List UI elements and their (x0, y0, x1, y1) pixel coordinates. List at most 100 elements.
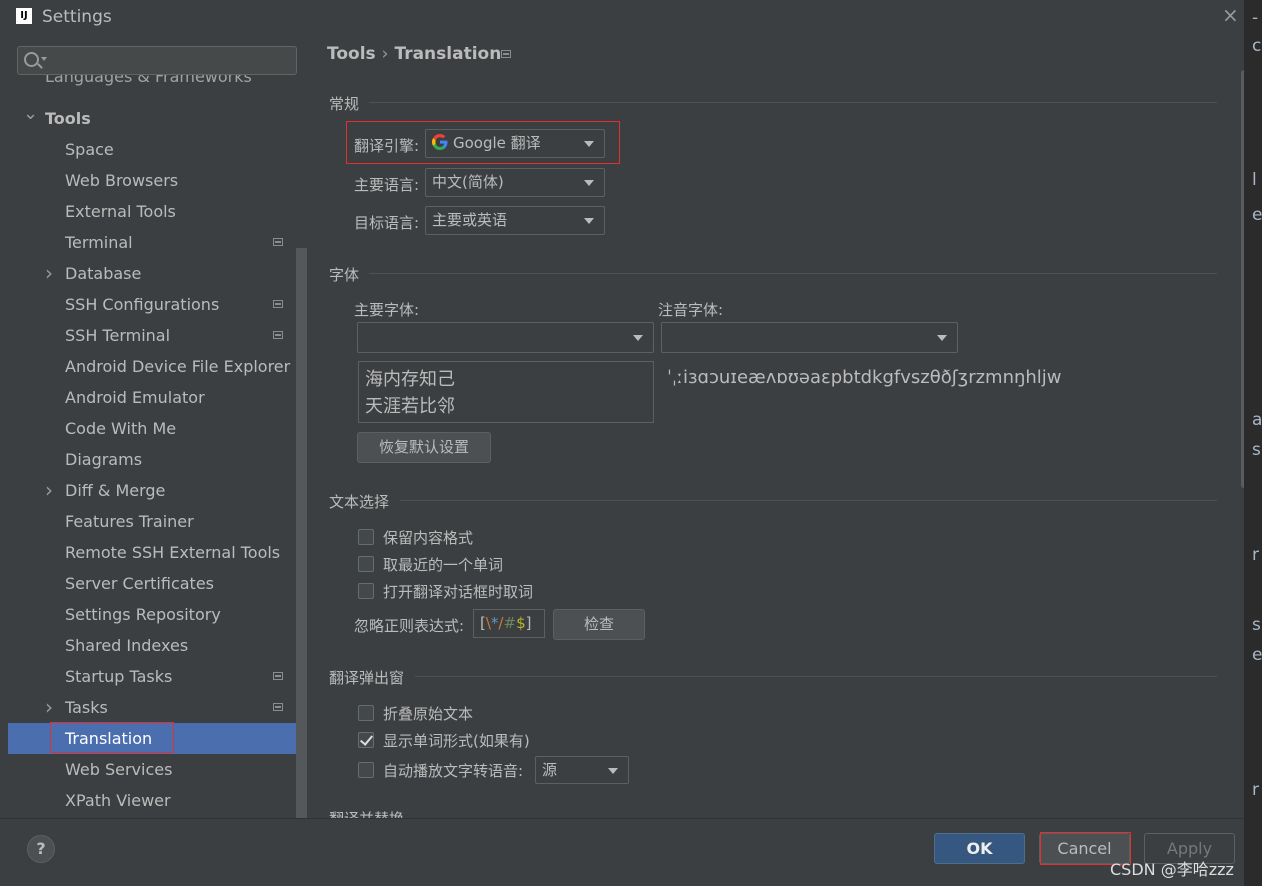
show-word-forms-checkbox[interactable] (358, 732, 374, 748)
tree-item-label: Remote SSH External Tools (65, 543, 281, 562)
tts-source-select[interactable]: 源 (535, 756, 629, 784)
google-icon (432, 134, 448, 150)
primary-language-select[interactable]: 中文(简体) (425, 168, 605, 197)
tree-item-xpath-viewer[interactable]: XPath Viewer (8, 785, 296, 816)
show-word-forms-label[interactable]: 显示单词形式(如果有) (383, 730, 530, 751)
project-scope-icon (273, 672, 283, 680)
chevron-down-icon[interactable]: ⌄ (23, 98, 38, 129)
tree-item-label: Shared Indexes (65, 636, 189, 655)
chevron-down-icon (633, 335, 643, 341)
tree-item-terminal[interactable]: Terminal (8, 227, 296, 258)
tree-item-code-with-me[interactable]: Code With Me (8, 413, 296, 444)
tree-item-tasks[interactable]: › Tasks (8, 692, 296, 723)
ignore-regex-label: 忽略正则表达式: (354, 617, 465, 635)
tree-item-label: Terminal (65, 233, 133, 252)
project-scope-icon (273, 331, 283, 339)
reset-defaults-button[interactable]: 恢复默认设置 (357, 432, 491, 463)
nearest-word-checkbox[interactable] (358, 556, 374, 572)
ok-button[interactable]: OK (934, 833, 1025, 864)
primary-font-select[interactable] (357, 322, 654, 353)
chevron-right-icon[interactable]: › (43, 258, 55, 289)
chevron-down-icon (41, 57, 47, 61)
breadcrumb-parent[interactable]: Tools (327, 44, 376, 64)
primary-language-value: 中文(简体) (432, 173, 504, 191)
tree-item-web-services[interactable]: Web Services (8, 754, 296, 785)
nearest-word-label[interactable]: 取最近的一个单词 (383, 554, 503, 575)
search-input[interactable] (17, 46, 297, 75)
close-icon[interactable]: × (1222, 3, 1239, 27)
fold-original-checkbox[interactable] (358, 705, 374, 721)
font-preview: 海内存知己 天涯若比邻 (358, 361, 654, 423)
tree-item-android-emulator[interactable]: Android Emulator (8, 382, 296, 413)
help-button[interactable]: ? (27, 835, 55, 863)
tree-item-label: SSH Configurations (65, 295, 220, 314)
tree-item-features-trainer[interactable]: Features Trainer (8, 506, 296, 537)
engine-select[interactable]: Google 翻译 (425, 129, 605, 158)
watermark: CSDN @李哈zzz (1110, 860, 1234, 879)
phonetic-preview: ˈˌːiɜɑɔuɪeæʌɒʊəaɛpbtdkgfvszθðʃʒrzmnŋhljw (667, 367, 1062, 388)
engine-value: Google 翻译 (453, 134, 541, 152)
tree-item-space[interactable]: Space (8, 134, 296, 165)
chevron-down-icon (608, 768, 618, 774)
tree-item-settings-repository[interactable]: Settings Repository (8, 599, 296, 630)
take-word-on-open-checkbox[interactable] (358, 583, 374, 599)
section-popup-title: 翻译弹出窗 (329, 669, 405, 687)
engine-label: 翻译引擎: (354, 137, 420, 155)
tts-source-value: 源 (542, 761, 558, 779)
check-regex-button[interactable]: 检查 (553, 609, 645, 640)
project-scope-icon (273, 703, 283, 711)
tree-item-server-certificates[interactable]: Server Certificates (8, 568, 296, 599)
primary-language-label: 主要语言: (354, 176, 420, 194)
tree-item-android-device-file-explorer[interactable]: Android Device File Explorer (8, 351, 296, 382)
tree-item-label: Space (65, 140, 114, 159)
project-scope-icon (273, 300, 283, 308)
tree-scrollbar[interactable] (296, 248, 307, 818)
keep-format-label[interactable]: 保留内容格式 (383, 527, 473, 548)
section-replace-title: 翻译并替换 (329, 808, 404, 818)
phonetic-font-select[interactable] (661, 322, 958, 353)
section-divider (369, 273, 1217, 274)
tree-item-startup-tasks[interactable]: Startup Tasks (8, 661, 296, 692)
settings-dialog: IJ Settings × Languages & Frameworks ⌄ Too… (0, 0, 1250, 886)
section-font-title: 字体 (329, 266, 360, 284)
section-general-title: 常规 (329, 95, 360, 113)
tree-item-database[interactable]: › Database (8, 258, 296, 289)
tree-item-diff-merge[interactable]: › Diff & Merge (8, 475, 296, 506)
tree-item-label: External Tools (65, 202, 176, 221)
font-preview-line: 海内存知己 (365, 369, 455, 390)
tree-item-label: Diagrams (65, 450, 143, 469)
tree-item-diagrams[interactable]: Diagrams (8, 444, 296, 475)
chevron-right-icon[interactable]: › (43, 692, 55, 723)
target-language-select[interactable]: 主要或英语 (425, 206, 605, 235)
chevron-right-icon[interactable]: › (43, 475, 55, 506)
keep-format-checkbox[interactable] (358, 529, 374, 545)
chevron-down-icon (584, 218, 594, 224)
tree-item-label: Android Emulator (65, 388, 205, 407)
take-word-on-open-label[interactable]: 打开翻译对话框时取词 (383, 581, 533, 602)
tree-item-shared-indexes[interactable]: Shared Indexes (8, 630, 296, 661)
tree-item-external-tools[interactable]: External Tools (8, 196, 296, 227)
tree-item-ssh-terminal[interactable]: SSH Terminal (8, 320, 296, 351)
tree-item-languages-frameworks[interactable]: Languages & Frameworks (45, 75, 252, 89)
tree-item-label: SSH Terminal (65, 326, 171, 345)
tree-item-web-browsers[interactable]: Web Browsers (8, 165, 296, 196)
translation-settings-panel: Tools › Translation 常规 翻译引擎: Google 翻译 主要语… (307, 34, 1244, 818)
auto-tts-checkbox[interactable] (358, 762, 374, 778)
search-icon (24, 52, 39, 67)
tree-item-label: Server Certificates (65, 574, 214, 593)
target-language-label: 目标语言: (354, 214, 420, 232)
font-preview-line: 天涯若比邻 (365, 396, 455, 417)
tree-item-remote-ssh-external-tools[interactable]: Remote SSH External Tools (8, 537, 296, 568)
auto-tts-label[interactable]: 自动播放文字转语音: (383, 760, 523, 781)
background-editor-edge: - c l e a s r s e r (1244, 0, 1262, 885)
target-language-value: 主要或英语 (432, 211, 508, 229)
fold-original-label[interactable]: 折叠原始文本 (383, 703, 473, 724)
tree-item-tools[interactable]: ⌄ Tools (8, 103, 296, 134)
chevron-down-icon (584, 180, 594, 186)
ignore-regex-input[interactable]: [\*/#$] (473, 609, 545, 638)
title-bar: IJ Settings × (0, 0, 1244, 34)
project-scope-icon (273, 238, 283, 246)
tree-item-ssh-configurations[interactable]: SSH Configurations (8, 289, 296, 320)
tree-item-label: Web Services (65, 760, 173, 779)
chevron-down-icon (937, 335, 947, 341)
